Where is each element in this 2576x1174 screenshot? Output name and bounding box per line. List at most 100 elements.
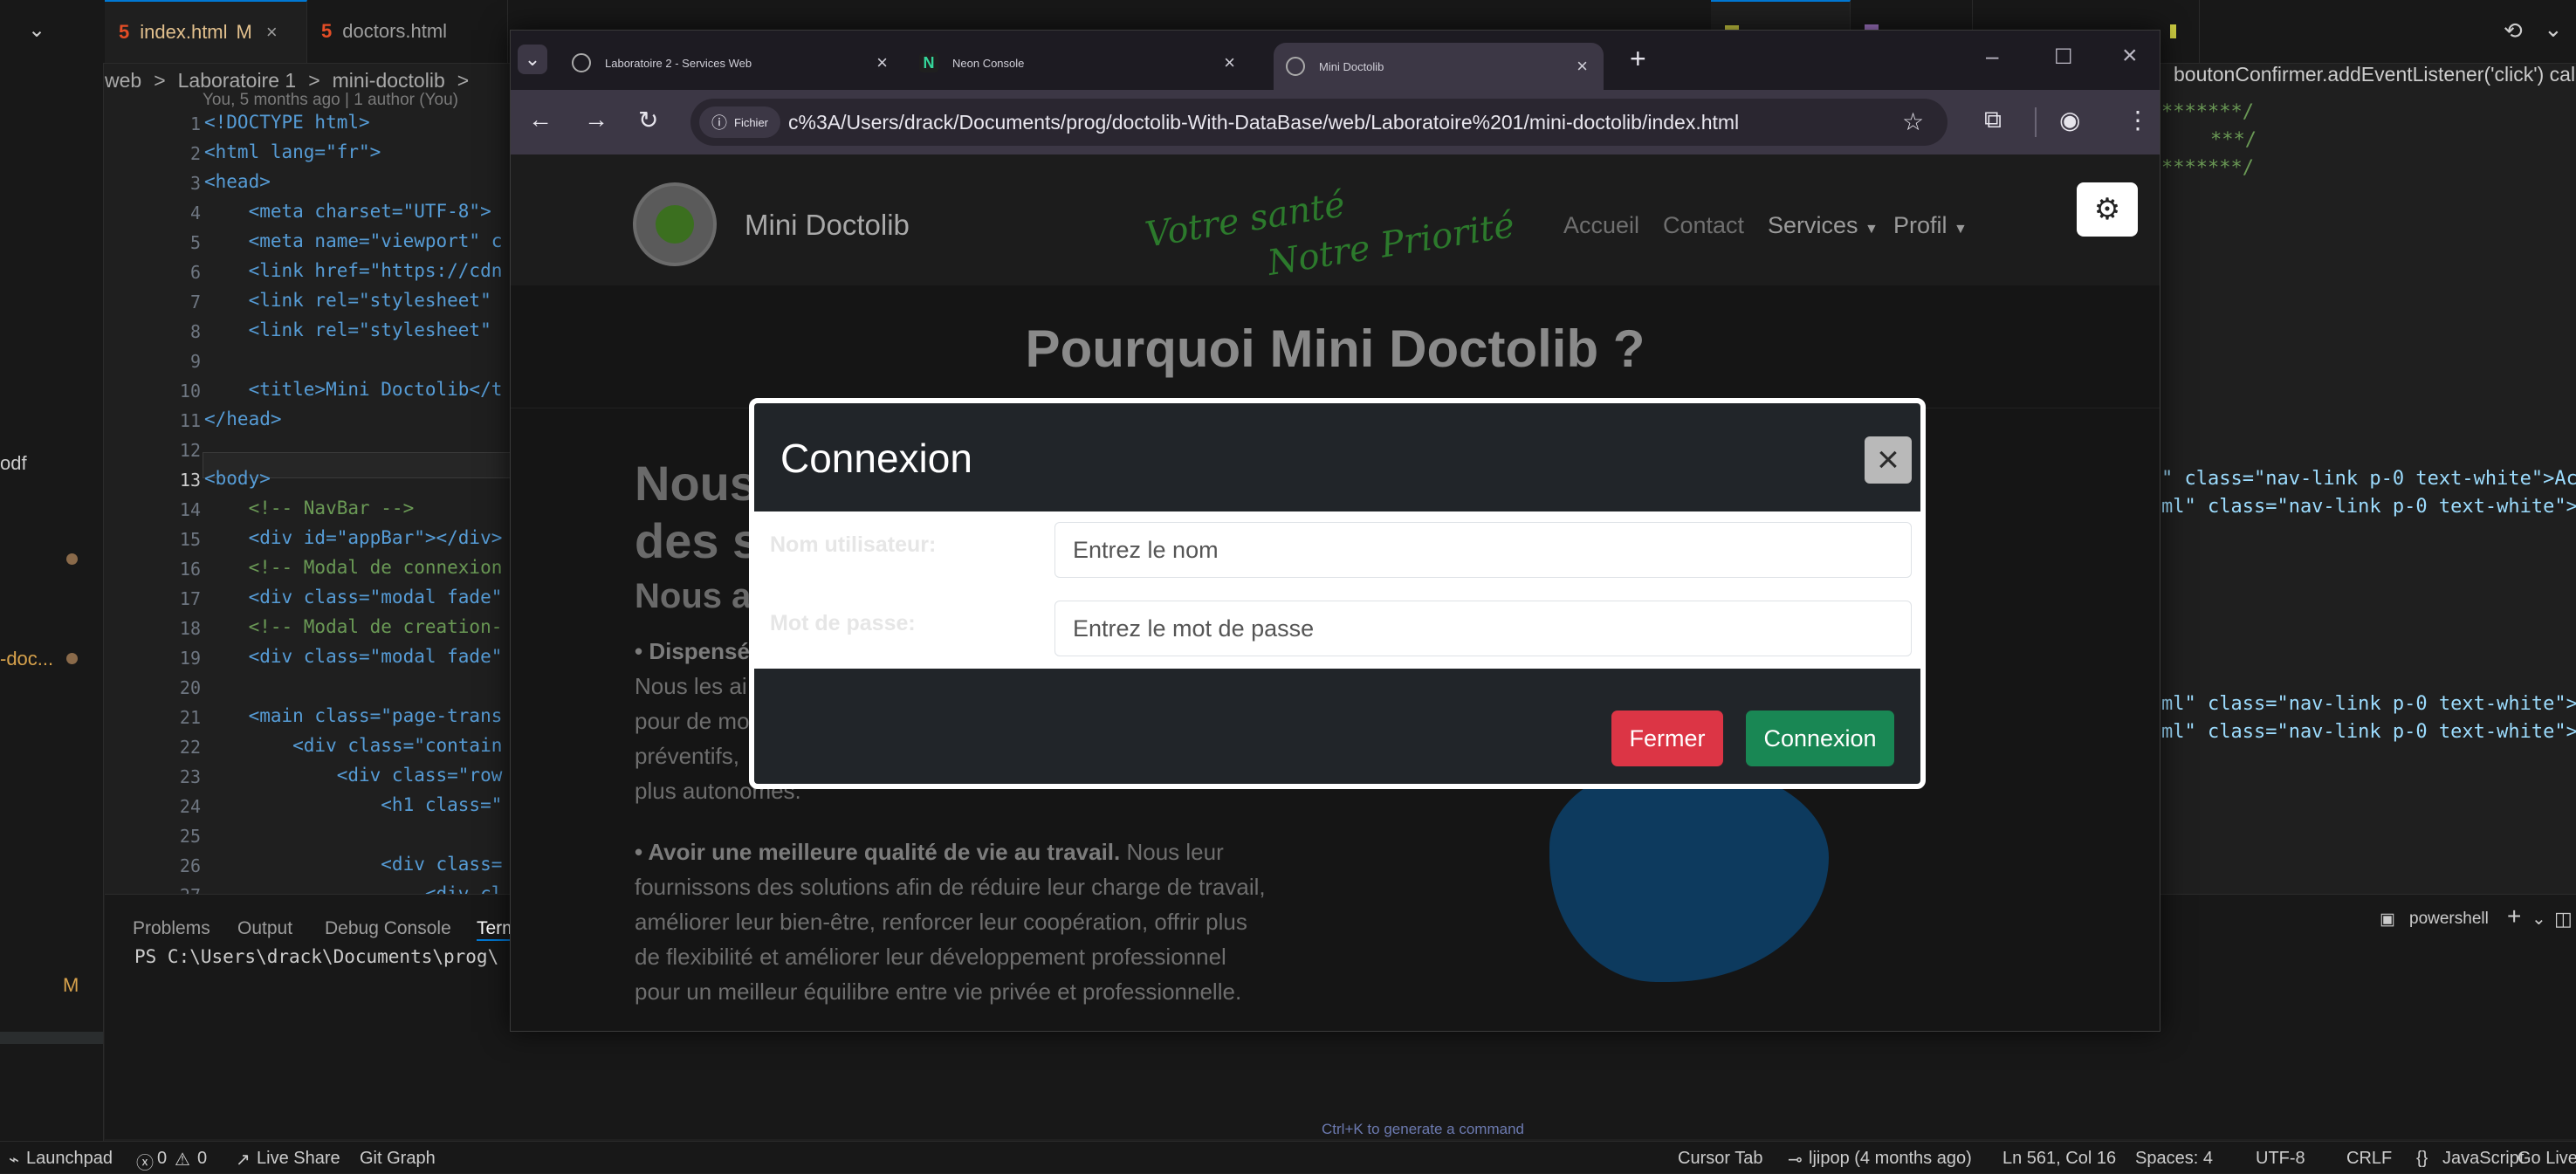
maximize-icon[interactable]: ☐ — [2054, 45, 2073, 70]
nav-link-home[interactable]: Accueil — [1563, 212, 1639, 239]
tab-js-file[interactable] — [2156, 0, 2200, 63]
paragraph-line: de flexibilité et améliorer leur dévelop… — [635, 944, 1226, 970]
modal-close-button[interactable]: × — [1865, 436, 1912, 484]
terminal-hint: Ctrl+K to generate a command — [1322, 1121, 1524, 1137]
url-text[interactable]: c%3A/Users/drack/Documents/prog/doctolib… — [788, 111, 1739, 134]
status-position[interactable]: Ln 561, Col 16 — [2002, 1149, 2116, 1169]
close-button[interactable]: Fermer — [1611, 711, 1723, 766]
browser-tab-labo2[interactable]: Laboratoire 2 - Services Web × — [560, 43, 903, 83]
code-line: <div class="contain — [204, 735, 503, 756]
tab-search-chevron-icon[interactable]: ⌄ — [518, 45, 547, 74]
bookmark-star-icon[interactable]: ☆ — [1902, 107, 1924, 136]
sticky-scroll-line[interactable]: boutonConfirmer.addEventListener('click'… — [2174, 63, 2576, 86]
line-number: 14 — [179, 499, 201, 520]
line-number: 21 — [179, 707, 201, 728]
neon-logo-icon: N — [919, 53, 938, 72]
nav-link-contact[interactable]: Contact — [1663, 212, 1744, 239]
theme-toggle-button[interactable]: ⚙ — [2077, 182, 2138, 237]
new-terminal-plus-icon[interactable]: + — [2507, 903, 2521, 930]
code-line: <link rel="stylesheet" — [204, 319, 491, 340]
status-launchpad[interactable]: Launchpad — [26, 1149, 113, 1169]
page-title: Pourquoi Mini Doctolib ? — [1025, 319, 1645, 378]
code-line: <!-- NavBar --> — [204, 498, 415, 518]
code-line: <div class="modal fade" — [204, 646, 503, 667]
split-terminal-icon[interactable]: ◫ — [2554, 908, 2573, 930]
status-git-graph[interactable]: Git Graph — [360, 1149, 436, 1169]
panel-tab-output[interactable]: Output — [237, 918, 292, 939]
site-info-chip[interactable]: ⓘ Fichier — [699, 106, 781, 138]
close-icon[interactable]: × — [1224, 51, 1235, 74]
chevron-down-icon[interactable]: ⌄ — [2531, 908, 2546, 930]
browser-tab-strip: ⌄ Laboratoire 2 - Services Web × N Neon … — [511, 31, 2160, 90]
close-icon[interactable]: × — [1577, 55, 1588, 78]
error-icon[interactable]: ⓧ — [136, 1149, 154, 1174]
nav-dropdown-profile[interactable]: Profil ▼ — [1893, 212, 1968, 239]
nav-dropdown-services[interactable]: Services ▼ — [1768, 212, 1879, 239]
status-live-share[interactable]: Live Share — [257, 1149, 340, 1169]
address-bar[interactable]: ⓘ Fichier c%3A/Users/drack/Documents/pro… — [690, 99, 1947, 146]
status-eol[interactable]: CRLF — [2346, 1149, 2392, 1169]
chevron-down-icon[interactable]: ⌄ — [2544, 16, 2563, 43]
extensions-puzzle-icon[interactable]: ⧉ — [1984, 106, 2002, 134]
close-icon[interactable]: × — [266, 21, 278, 44]
status-errors[interactable]: 0 — [157, 1149, 167, 1169]
breadcrumb-item[interactable]: web — [105, 69, 141, 93]
caret-down-icon: ▼ — [1954, 222, 1968, 237]
status-go-live[interactable]: Go Live — [2518, 1149, 2576, 1169]
profile-icon[interactable]: ◉ — [2059, 106, 2080, 134]
modal-body: Nom utilisateur: Mot de passe: — [754, 511, 1920, 669]
tab-doctors-html[interactable]: 5 doctors.html — [307, 0, 508, 63]
status-warnings[interactable]: 0 — [197, 1149, 207, 1169]
code-comment: ***/ — [2210, 129, 2257, 151]
code-line: </head> — [204, 408, 282, 429]
line-number: 25 — [179, 826, 201, 847]
line-number: 13 — [179, 470, 201, 491]
tab-index-html[interactable]: 5 index.html M × — [105, 0, 307, 63]
forward-arrow-icon[interactable]: → — [584, 106, 608, 134]
site-logo[interactable] — [633, 182, 717, 266]
browser-tab-neon[interactable]: N Neon Console × — [907, 43, 1251, 83]
code-comment: *******/ — [2161, 157, 2254, 179]
breadcrumb-separator: > — [457, 68, 470, 92]
login-submit-button[interactable]: Connexion — [1746, 711, 1894, 766]
close-icon[interactable]: × — [876, 51, 888, 74]
reload-icon[interactable]: ↻ — [638, 106, 658, 134]
close-window-icon[interactable]: × — [2122, 41, 2138, 71]
terminal-prompt[interactable]: PS C:\Users\drack\Documents\prog\ — [134, 946, 498, 967]
password-input[interactable] — [1054, 601, 1912, 656]
terminal-shell-label[interactable]: powershell — [2409, 910, 2489, 929]
breadcrumb-item[interactable]: Laboratoire 1 — [178, 69, 297, 93]
status-blame[interactable]: ljipop (4 months ago) — [1809, 1149, 1972, 1169]
status-encoding[interactable]: UTF-8 — [2256, 1149, 2305, 1169]
warning-icon[interactable]: ⚠ — [175, 1149, 190, 1171]
tab-label: doctors.html — [342, 20, 448, 42]
site-navbar: Mini Doctolib Votre santé Notre Priorité… — [511, 154, 2160, 285]
codelens-blame[interactable]: You, 5 months ago | 1 author (You) — [203, 91, 458, 110]
code-line: <main class="page-trans — [204, 705, 503, 726]
breadcrumb-item[interactable]: mini-doctolib — [333, 69, 445, 93]
browser-tab-mini-doctolib[interactable]: Mini Doctolib × — [1274, 43, 1604, 90]
explorer-sidebar: odf -doc... M — [0, 63, 104, 1141]
status-language[interactable]: JavaScript — [2442, 1149, 2524, 1169]
html5-icon: 5 — [119, 21, 130, 43]
panel-tab-debug-console[interactable]: Debug Console — [325, 918, 451, 939]
explorer-item-pdf[interactable]: odf — [0, 452, 27, 475]
menu-kebab-icon[interactable]: ⋮ — [2126, 106, 2150, 134]
chevron-down-icon[interactable]: ⌄ — [28, 17, 45, 43]
explorer-item-doc[interactable]: -doc... — [0, 648, 53, 670]
site-brand[interactable]: Mini Doctolib — [745, 209, 910, 242]
code-line: <!DOCTYPE html> — [204, 112, 370, 133]
minimize-icon[interactable]: – — [1986, 43, 1998, 70]
status-cursor-tab[interactable]: Cursor Tab — [1678, 1149, 1762, 1169]
status-spaces[interactable]: Spaces: 4 — [2135, 1149, 2213, 1169]
back-arrow-icon[interactable]: ← — [528, 106, 553, 134]
panel-tab-problems[interactable]: Problems — [133, 918, 210, 939]
new-tab-plus-icon[interactable]: + — [1630, 43, 1646, 75]
toolbar-divider — [2035, 107, 2037, 137]
scroll-indicator — [0, 1032, 103, 1044]
remote-icon[interactable]: ⟲ — [2504, 17, 2523, 45]
line-number: 1 — [189, 113, 201, 134]
username-input[interactable] — [1054, 522, 1912, 578]
modified-badge: M — [236, 21, 252, 43]
bullet-text-2: Nous leur — [1120, 839, 1224, 865]
